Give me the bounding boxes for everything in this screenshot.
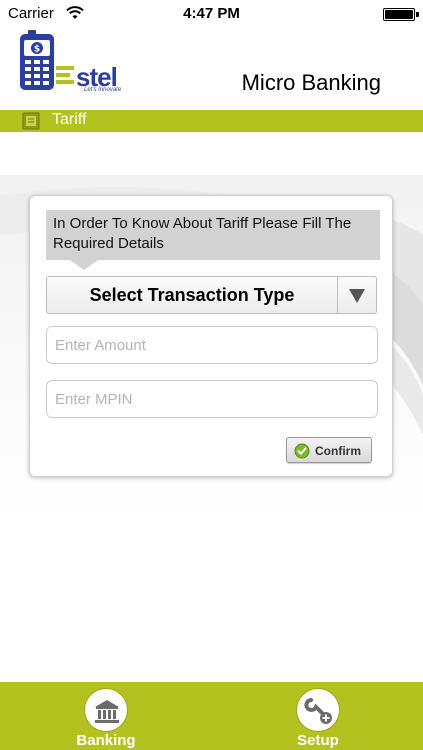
info-box: In Order To Know About Tariff Please Fil…	[46, 210, 380, 260]
section-title: Tariff	[52, 111, 87, 128]
select-label: Select Transaction Type	[89, 285, 295, 305]
logo-tagline: Let's Innovate	[84, 87, 122, 93]
tab-setup-label: Setup	[297, 732, 339, 749]
tariff-form-card: In Order To Know About Tariff Please Fil…	[29, 195, 393, 477]
tariff-icon	[22, 112, 40, 135]
mpin-input[interactable]	[46, 380, 378, 418]
tab-banking-label: Banking	[76, 732, 136, 749]
tab-setup[interactable]: Setup	[268, 682, 368, 750]
tab-setup-circle	[296, 688, 340, 732]
checkmark-icon	[294, 443, 310, 464]
status-bar: Carrier 4:47 PM	[0, 0, 423, 28]
status-time: 4:47 PM	[183, 5, 240, 22]
info-pointer	[70, 260, 98, 270]
confirm-label: Confirm	[315, 444, 361, 458]
dropdown-arrow-icon[interactable]	[347, 287, 367, 310]
battery-icon	[383, 8, 415, 21]
tools-icon	[304, 698, 332, 724]
battery-cap	[416, 12, 419, 17]
svg-text:$: $	[34, 45, 40, 55]
transaction-type-select[interactable]: Select Transaction Type	[46, 276, 377, 314]
section-bar: Tariff	[0, 110, 423, 132]
bottom-tab-bar: Banking Setup	[0, 682, 423, 750]
page-title: Micro Banking	[241, 70, 381, 95]
select-divider	[337, 277, 338, 313]
info-text: In Order To Know About Tariff Please Fil…	[53, 215, 352, 252]
estel-logo: $ stel Let's Innovate	[16, 30, 126, 106]
app-header: $ stel Let's Innovate Micro Banking	[0, 28, 423, 110]
tab-banking-circle	[84, 688, 128, 732]
amount-input[interactable]	[46, 326, 378, 364]
confirm-button[interactable]: Confirm	[286, 437, 372, 463]
bank-icon	[95, 700, 119, 723]
tab-banking[interactable]: Banking	[56, 682, 156, 750]
